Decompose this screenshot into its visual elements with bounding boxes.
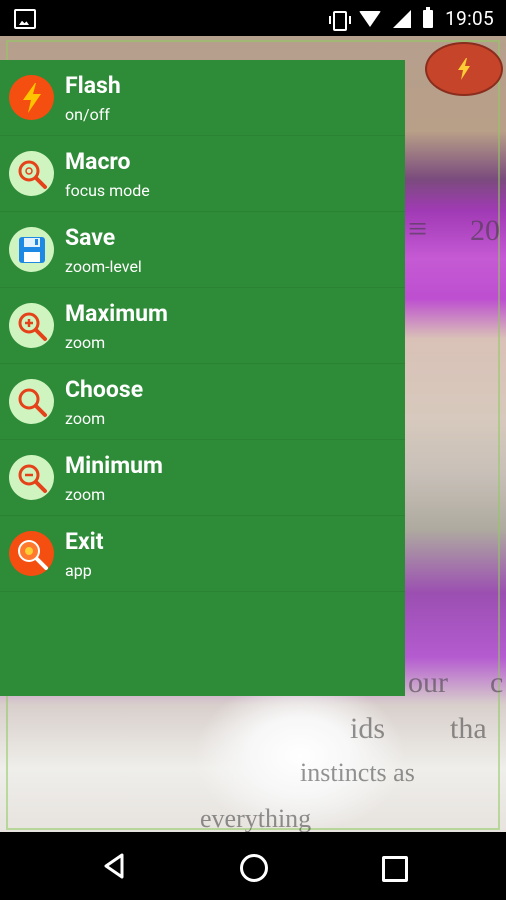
status-time: 19:05 bbox=[445, 7, 494, 30]
recents-icon[interactable] bbox=[382, 856, 408, 882]
camera-text-6: tha bbox=[450, 712, 487, 745]
status-icons: 19:05 bbox=[329, 6, 494, 31]
battery-icon bbox=[423, 6, 434, 28]
menu-item-title: Macro bbox=[65, 148, 131, 175]
menu-item-subtitle: zoom bbox=[65, 333, 106, 352]
menu-item-macro[interactable]: Macro focus mode bbox=[0, 136, 405, 212]
side-menu: Flash on/off Macro focus mode Save zoom-… bbox=[0, 60, 405, 696]
zoom-out-icon bbox=[9, 455, 54, 500]
navigation-bar bbox=[0, 832, 506, 900]
menu-item-subtitle: focus mode bbox=[65, 181, 150, 200]
menu-item-title: Minimum bbox=[65, 452, 163, 479]
menu-item-maximum-zoom[interactable]: Maximum zoom bbox=[0, 288, 405, 364]
menu-item-title: Exit bbox=[65, 528, 104, 555]
menu-item-title: Maximum bbox=[65, 300, 168, 327]
vibrate-icon bbox=[329, 10, 352, 31]
exit-magnifier-icon bbox=[9, 531, 54, 576]
camera-text-7: instincts as bbox=[300, 758, 415, 787]
floppy-disk-icon bbox=[9, 227, 54, 272]
menu-item-subtitle: app bbox=[65, 561, 92, 580]
wifi-icon bbox=[359, 10, 382, 27]
camera-text-1: ≡ bbox=[408, 211, 428, 248]
lightning-icon bbox=[458, 58, 470, 80]
menu-item-flash[interactable]: Flash on/off bbox=[0, 60, 405, 136]
menu-item-subtitle: on/off bbox=[65, 105, 110, 124]
back-icon[interactable] bbox=[100, 852, 128, 880]
menu-item-subtitle: zoom bbox=[65, 409, 106, 428]
camera-text-3: our bbox=[408, 666, 448, 699]
image-icon bbox=[14, 9, 36, 29]
magnifier-icon bbox=[9, 379, 54, 424]
menu-item-choose-zoom[interactable]: Choose zoom bbox=[0, 364, 405, 440]
status-bar: 19:05 bbox=[0, 0, 506, 36]
camera-text-4: c bbox=[490, 666, 504, 699]
flash-toggle-button[interactable] bbox=[425, 42, 503, 96]
menu-item-title: Flash bbox=[65, 72, 121, 99]
camera-text-8: everything bbox=[200, 804, 312, 832]
menu-item-title: Save bbox=[65, 224, 116, 251]
menu-item-minimum-zoom[interactable]: Minimum zoom bbox=[0, 440, 405, 516]
menu-item-exit[interactable]: Exit app bbox=[0, 516, 405, 592]
menu-item-subtitle: zoom-level bbox=[65, 257, 142, 276]
home-icon[interactable] bbox=[240, 854, 268, 882]
menu-item-save[interactable]: Save zoom-level bbox=[0, 212, 405, 288]
camera-text-5: ids bbox=[350, 712, 386, 745]
menu-item-title: Choose bbox=[65, 376, 144, 403]
camera-text-2: 20 bbox=[470, 214, 500, 247]
macro-magnifier-icon bbox=[9, 151, 54, 196]
zoom-in-icon bbox=[9, 303, 54, 348]
menu-item-subtitle: zoom bbox=[65, 485, 106, 504]
signal-icon bbox=[393, 9, 412, 28]
flash-icon bbox=[9, 75, 54, 120]
